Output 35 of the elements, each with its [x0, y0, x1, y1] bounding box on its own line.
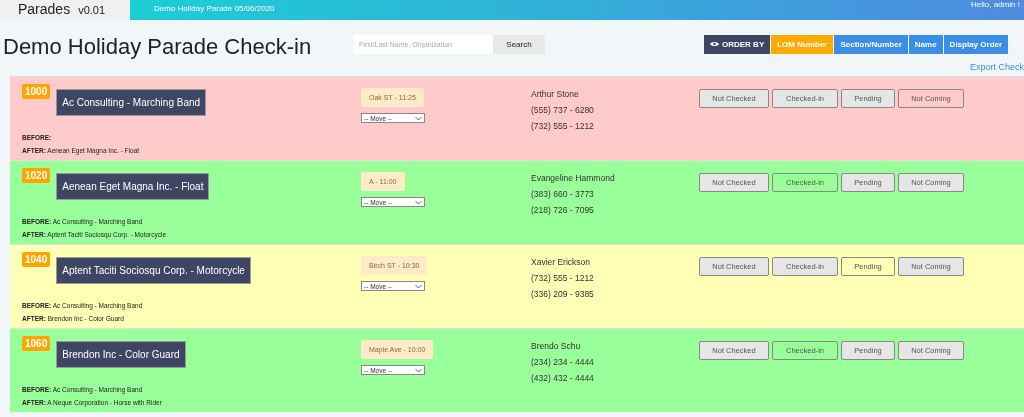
entry-name: Brendon Inc - Color Guard — [56, 341, 186, 368]
event-name: Demo Holiday Parade 05/06/2020 — [154, 4, 275, 13]
phone-number: (218) 726 - 7095 — [531, 204, 595, 217]
search-button[interactable]: Search — [493, 34, 545, 54]
sort-option[interactable]: Name — [908, 34, 943, 54]
contact-name: Evangeline Hammond — [531, 172, 616, 185]
phone-number: (555) 737 - 6280 — [531, 104, 595, 117]
phone-number: (732) 555 - 1212 — [531, 272, 595, 285]
chevron-icon — [415, 283, 422, 289]
phone-number: (234) 234 - 4444 — [531, 356, 595, 369]
entry-name: Aenean Eget Magna Inc. - Float — [56, 173, 210, 200]
app-version: v0.01 — [78, 4, 106, 16]
entry-name: Ac Consulting - Marching Band — [56, 89, 207, 116]
contact-name: Brendo Schu — [531, 340, 582, 353]
chevron-icon — [415, 367, 422, 373]
contact-name: Arthur Stone — [531, 88, 580, 101]
sort-option[interactable]: Display Order — [943, 34, 1009, 54]
contact-name: Xavier Erickson — [531, 256, 592, 269]
phone-number: (336) 209 - 9385 — [531, 288, 595, 301]
phone-number: (732) 555 - 1212 — [531, 120, 595, 133]
lineup-number: 1040 — [22, 252, 51, 267]
page-title: Demo Holiday Parade Check-in — [3, 34, 313, 60]
phone-number: (432) 432 - 4444 — [531, 372, 595, 385]
app-name: Parades — [18, 0, 71, 18]
chevron-icon — [415, 115, 422, 121]
chevron-icon — [415, 199, 422, 205]
order-by-button[interactable]: ORDER BY — [704, 34, 771, 54]
lineup-number: 1060 — [22, 336, 51, 351]
entry-name: Aptent Taciti Sociosqu Corp. - Motorcycle — [56, 257, 251, 284]
lineup-number: 1000 — [22, 84, 51, 99]
user-greeting: Hello, admin ! — [971, 0, 1020, 9]
lineup-number: 1020 — [22, 168, 51, 183]
sort-option[interactable]: Section/Number — [834, 34, 908, 54]
eye-icon — [710, 41, 719, 47]
phone-number: (383) 660 - 3773 — [531, 188, 595, 201]
